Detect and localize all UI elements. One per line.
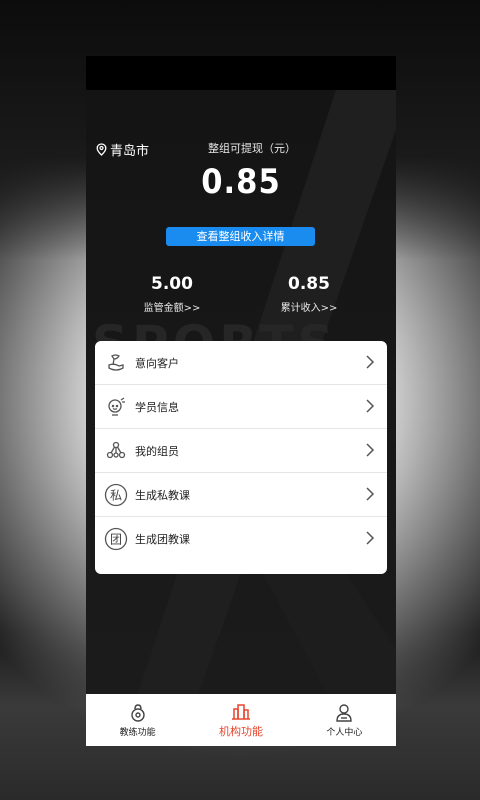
- status-bar: [86, 56, 396, 90]
- kettlebell-icon: [130, 703, 145, 722]
- supervised-amount-stat: 5.00 监管金额>>: [117, 274, 227, 314]
- menu-label: 我的组员: [135, 444, 179, 458]
- tab-coach-functions[interactable]: 教练功能: [86, 694, 189, 746]
- menu-label: 生成团教课: [135, 532, 190, 546]
- person-icon: [336, 703, 353, 722]
- menu-label: 生成私教课: [135, 488, 190, 502]
- team-members-icon: [104, 439, 128, 463]
- menu-label: 学员信息: [135, 400, 179, 414]
- balance-title: 整组可提现（元）: [86, 140, 396, 156]
- chevron-right-icon: [366, 443, 375, 457]
- function-menu: 意向客户 学员信息 我的组员 私 生成私教课 团 生成团教课: [95, 341, 387, 574]
- total-income-value: 0.85: [288, 274, 330, 294]
- tab-personal-center[interactable]: 个人中心: [293, 694, 396, 746]
- menu-item-private-class[interactable]: 私 生成私教课: [95, 473, 387, 517]
- private-class-glyph: 私: [110, 488, 122, 502]
- supervised-amount-value: 5.00: [151, 274, 193, 294]
- supervised-amount-link[interactable]: 监管金额>>: [117, 299, 227, 314]
- tab-institution-functions[interactable]: 机构功能: [189, 694, 292, 746]
- balance-value: 0.85: [201, 162, 281, 202]
- building-icon: [231, 704, 250, 720]
- menu-item-student-info[interactable]: 学员信息: [95, 385, 387, 429]
- total-income-link[interactable]: 累计收入>>: [254, 299, 364, 314]
- chevron-right-icon: [366, 487, 375, 501]
- income-detail-button[interactable]: 查看整组收入详情: [166, 227, 315, 246]
- bottom-tab-bar: 教练功能 机构功能 个人中心: [86, 694, 396, 746]
- intent-customer-icon: [104, 351, 128, 375]
- group-class-icon: 团: [104, 527, 128, 551]
- tab-label: 教练功能: [119, 727, 156, 738]
- menu-item-group-class[interactable]: 团 生成团教课: [95, 517, 387, 560]
- private-class-icon: 私: [104, 483, 128, 507]
- hero-section: SPORTS 青岛市 整组可提现（元） 0.85 查看整组收入详情 5.00 监…: [86, 90, 396, 746]
- menu-label: 意向客户: [135, 356, 179, 370]
- student-info-icon: [104, 395, 128, 419]
- menu-item-intent-customer[interactable]: 意向客户: [95, 341, 387, 385]
- group-class-glyph: 团: [110, 532, 122, 546]
- tab-label: 个人中心: [326, 727, 363, 738]
- chevron-right-icon: [366, 531, 375, 545]
- total-income-stat: 0.85 累计收入>>: [254, 274, 364, 314]
- tab-label: 机构功能: [218, 725, 263, 738]
- chevron-right-icon: [366, 399, 375, 413]
- menu-item-team-members[interactable]: 我的组员: [95, 429, 387, 473]
- chevron-right-icon: [366, 355, 375, 369]
- balance-title-text: 整组可提现（元）: [208, 142, 296, 155]
- phone-screen: SPORTS 青岛市 整组可提现（元） 0.85 查看整组收入详情 5.00 监…: [86, 56, 396, 746]
